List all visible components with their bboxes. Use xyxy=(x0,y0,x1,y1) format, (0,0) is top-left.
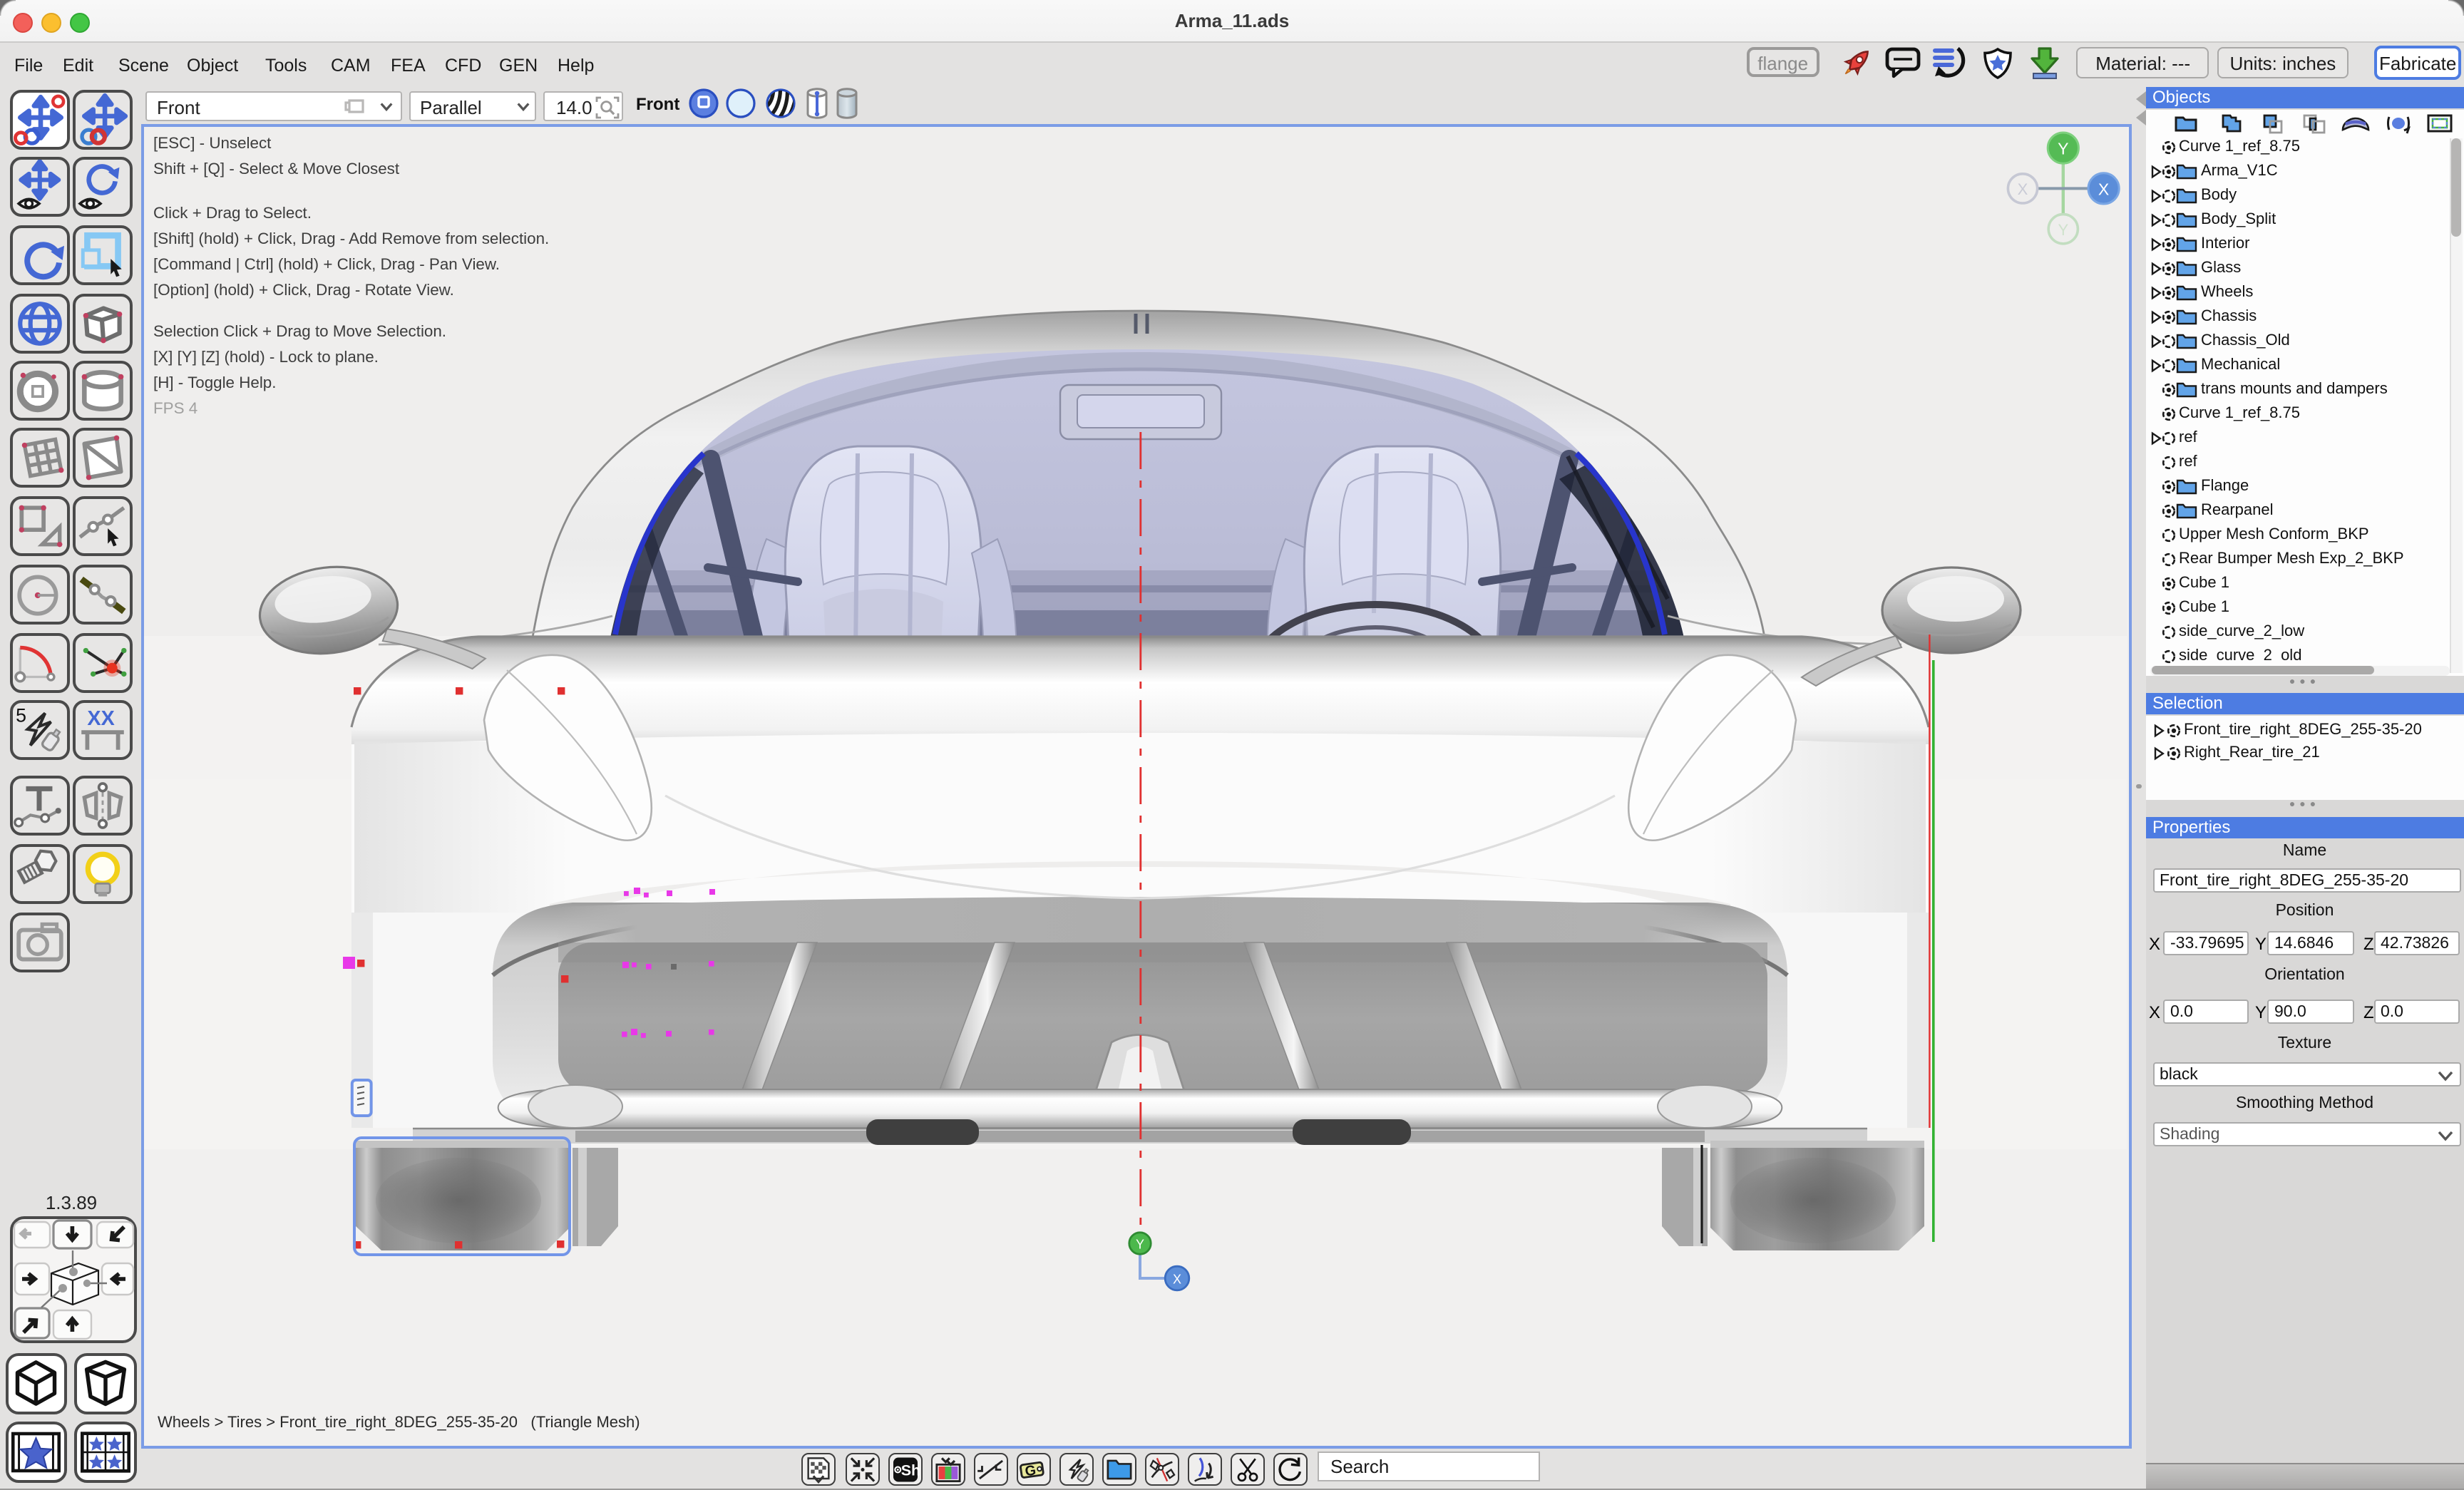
svg-text:X: X xyxy=(2018,180,2028,197)
svg-text:5: 5 xyxy=(15,704,26,726)
svg-text:G: G xyxy=(1024,1461,1037,1479)
svg-text:X: X xyxy=(2098,179,2109,197)
svg-text:Sh: Sh xyxy=(900,1461,920,1479)
svg-text:Y: Y xyxy=(1136,1237,1144,1251)
svg-text:Y: Y xyxy=(2058,139,2068,158)
svg-text:XX: XX xyxy=(87,707,114,729)
svg-text:Y: Y xyxy=(2058,220,2068,238)
svg-text:X: X xyxy=(1173,1272,1181,1286)
